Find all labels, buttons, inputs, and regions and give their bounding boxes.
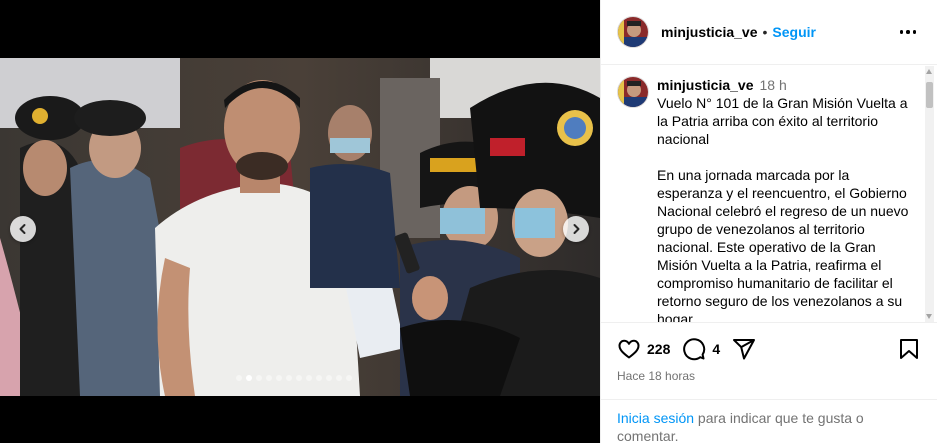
caption-area: minjusticia_ve 18 h Vuelo N° 101 de la Gr… xyxy=(601,66,937,322)
post-side-panel: minjusticia_ve • Seguir minjusticia_ve 1… xyxy=(600,0,937,445)
bookmark-icon xyxy=(900,339,918,359)
instagram-post-modal: minjusticia_ve • Seguir minjusticia_ve 1… xyxy=(0,0,937,445)
save-button[interactable] xyxy=(898,337,920,366)
share-icon xyxy=(733,339,756,360)
chevron-right-icon xyxy=(573,224,580,234)
post-photo xyxy=(0,58,600,396)
post-header: minjusticia_ve • Seguir xyxy=(601,0,937,65)
login-link[interactable]: Inicia sesión xyxy=(617,410,694,426)
avatar xyxy=(617,76,649,108)
more-options-icon xyxy=(899,30,904,34)
separator-dot: • xyxy=(762,24,768,40)
scroll-thumb[interactable] xyxy=(926,82,933,108)
chevron-left-icon xyxy=(19,224,26,234)
avatar[interactable] xyxy=(617,16,649,48)
carousel-dot xyxy=(336,375,342,381)
action-row: 228 4 xyxy=(617,337,756,361)
like-button[interactable] xyxy=(617,337,641,361)
comment-count[interactable]: 4 xyxy=(712,341,720,357)
more-options-button[interactable] xyxy=(898,22,918,42)
divider xyxy=(601,399,937,400)
carousel-dot xyxy=(296,375,302,381)
username-link[interactable]: minjusticia_ve xyxy=(661,24,758,40)
carousel-dot xyxy=(316,375,322,381)
comment-icon xyxy=(683,338,706,361)
post-media xyxy=(0,0,600,443)
carousel-dot xyxy=(286,375,292,381)
share-button[interactable] xyxy=(732,337,756,361)
scroll-up-arrow[interactable] xyxy=(926,69,932,74)
like-count[interactable]: 228 xyxy=(647,341,670,357)
carousel-dot xyxy=(306,375,312,381)
caption-username[interactable]: minjusticia_ve xyxy=(657,77,754,93)
follow-button[interactable]: Seguir xyxy=(772,24,816,40)
more-dot xyxy=(912,30,917,34)
scroll-down-arrow[interactable] xyxy=(926,314,932,319)
caption-body: En una jornada marcada por la esperanza … xyxy=(657,167,909,322)
caption-time[interactable]: 18 h xyxy=(760,77,787,93)
login-prompt: Inicia sesión para indicar que te gusta … xyxy=(617,409,917,445)
carousel-indicator xyxy=(236,375,352,381)
carousel-next-button[interactable] xyxy=(563,216,589,242)
caption-text: minjusticia_ve 18 h Vuelo N° 101 de la Gr… xyxy=(657,76,913,322)
heart-icon xyxy=(618,339,640,359)
carousel-dot xyxy=(246,375,252,381)
caption-scrollbar[interactable] xyxy=(925,66,934,322)
carousel-dot xyxy=(346,375,352,381)
carousel-dot xyxy=(326,375,332,381)
comment-button[interactable] xyxy=(682,337,706,361)
post-actions: 228 4 Hace 18 horas Inicia sesión para i… xyxy=(601,322,937,445)
caption-header: minjusticia_ve 18 h xyxy=(657,76,913,94)
more-dot xyxy=(906,30,910,34)
posted-time[interactable]: Hace 18 horas xyxy=(617,369,695,383)
caption-lead: Vuelo N° 101 de la Gran Misión Vuelta a … xyxy=(657,95,908,147)
carousel-prev-button[interactable] xyxy=(10,216,36,242)
carousel-dot xyxy=(236,375,242,381)
carousel-dot xyxy=(276,375,282,381)
caption-avatar[interactable] xyxy=(617,76,649,108)
carousel-dot xyxy=(256,375,262,381)
carousel-dot xyxy=(266,375,272,381)
